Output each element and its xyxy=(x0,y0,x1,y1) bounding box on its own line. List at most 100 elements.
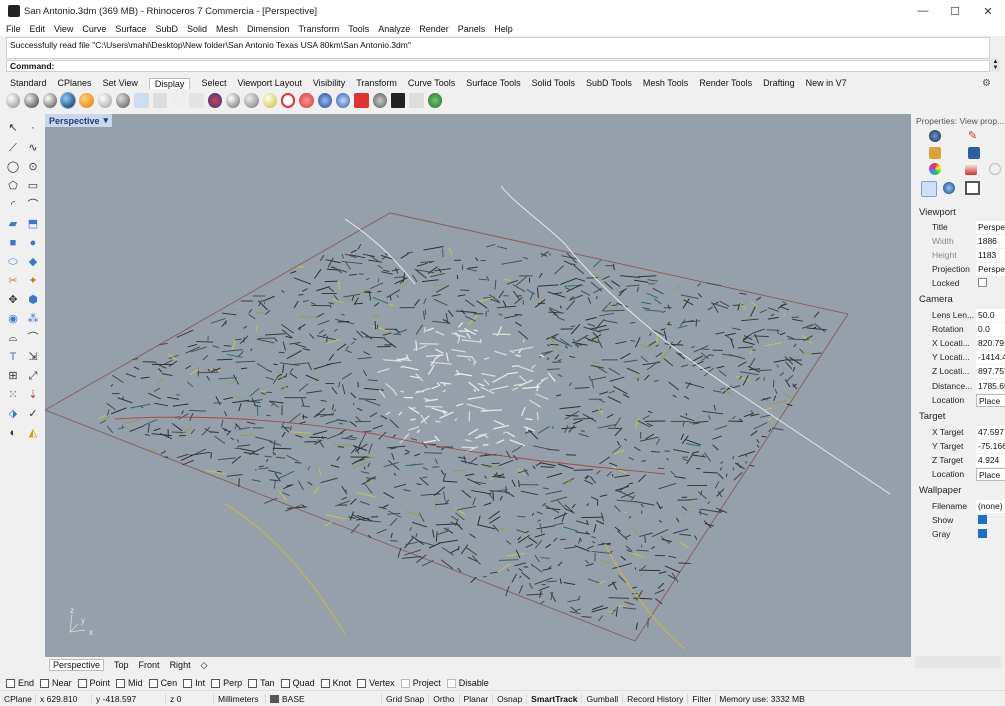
tab-surface-tools[interactable]: Surface Tools xyxy=(466,78,520,88)
folder-icon[interactable] xyxy=(929,147,941,159)
pen-icon[interactable] xyxy=(134,92,149,108)
materials-icon[interactable] xyxy=(317,92,333,108)
width-field[interactable]: 1886 xyxy=(976,235,1005,248)
target-place-button[interactable]: Place xyxy=(976,468,1005,481)
libraries-icon[interactable] xyxy=(965,163,977,175)
tab-top[interactable]: Top xyxy=(114,660,129,670)
osnap-point[interactable]: Point xyxy=(77,678,110,688)
menu-dimension[interactable]: Dimension xyxy=(247,24,290,34)
status-grid-snap[interactable]: Grid Snap xyxy=(382,693,430,704)
array-icon[interactable]: ⊞ xyxy=(6,369,20,383)
z-target-field[interactable]: 4.924 xyxy=(976,454,1005,467)
checkbox[interactable] xyxy=(116,678,126,688)
xray-icon[interactable] xyxy=(79,92,94,108)
materials-icon[interactable] xyxy=(929,163,941,175)
osnap-mid[interactable]: Mid xyxy=(116,678,143,688)
checkbox[interactable] xyxy=(357,678,367,688)
menu-curve[interactable]: Curve xyxy=(82,24,106,34)
tab-standard[interactable]: Standard xyxy=(10,78,47,88)
tab-subd-tools[interactable]: SubD Tools xyxy=(586,78,632,88)
status-smarttrack[interactable]: SmartTrack xyxy=(527,693,583,704)
properties-horizontal-scrollbar[interactable] xyxy=(915,656,1001,668)
maximize-button[interactable]: ☐ xyxy=(938,0,972,22)
box-solid-icon[interactable]: ■ xyxy=(6,236,20,250)
viewport-title-tab[interactable]: Perspective ▾ xyxy=(45,114,113,127)
fillet-icon[interactable]: ⌒ xyxy=(26,198,40,212)
mesh-icon[interactable]: ◆ xyxy=(26,255,40,269)
menu-surface[interactable]: Surface xyxy=(115,24,146,34)
isocurves-icon[interactable] xyxy=(244,92,259,108)
osnap-cen[interactable]: Cen xyxy=(148,678,177,688)
checkbox[interactable] xyxy=(40,678,50,688)
menu-transform[interactable]: Transform xyxy=(299,24,340,34)
screen-capture-icon[interactable] xyxy=(391,92,406,108)
grid-array-icon[interactable]: ⁙ xyxy=(6,388,20,402)
analyze-icon[interactable]: ⬗ xyxy=(6,407,20,421)
point-icon[interactable]: · xyxy=(26,121,40,135)
wallpaper-filename-field[interactable]: (none) xyxy=(976,500,1005,513)
y-location-field[interactable]: -1414.4 xyxy=(976,351,1005,364)
ghosted-icon[interactable] xyxy=(59,91,77,109)
checkbox[interactable] xyxy=(77,678,87,688)
select-arrow-icon[interactable]: ↖ xyxy=(6,121,20,135)
perspective-viewport[interactable]: z y x xyxy=(45,114,911,657)
tab-curve-tools[interactable]: Curve Tools xyxy=(408,78,455,88)
height-field[interactable]: 1183 xyxy=(976,249,1005,262)
technical-icon[interactable] xyxy=(97,92,112,108)
menu-help[interactable]: Help xyxy=(494,24,513,34)
rotation-field[interactable]: 0.0 xyxy=(976,323,1005,336)
display-mode-icon[interactable] xyxy=(965,181,980,195)
lights-icon[interactable] xyxy=(262,92,277,108)
named-views-icon[interactable] xyxy=(943,182,955,194)
join-icon[interactable]: ⬢ xyxy=(26,293,40,307)
tab-select[interactable]: Select xyxy=(201,78,226,88)
tab-viewport-layout[interactable]: Viewport Layout xyxy=(237,78,301,88)
tab-cplanes[interactable]: CPlanes xyxy=(58,78,92,88)
checkbox[interactable] xyxy=(280,678,290,688)
minimize-button[interactable]: — xyxy=(906,0,940,22)
arctic-icon[interactable] xyxy=(152,92,167,108)
wireframe-icon[interactable] xyxy=(6,92,21,108)
checkbox[interactable] xyxy=(183,678,193,688)
render-mesh-icon[interactable] xyxy=(427,92,443,108)
checkbox[interactable] xyxy=(211,678,221,688)
turntable-icon[interactable] xyxy=(299,92,314,108)
menu-subd[interactable]: SubD xyxy=(155,24,178,34)
tab-visibility[interactable]: Visibility xyxy=(313,78,345,88)
shaded-icon[interactable] xyxy=(24,92,39,108)
polygon-icon[interactable]: ⬠ xyxy=(6,179,20,193)
offset-icon[interactable]: ⌓ xyxy=(6,331,20,345)
ellipse-icon[interactable]: ⊙ xyxy=(26,160,40,174)
projection-dropdown[interactable]: Perspective xyxy=(976,263,1005,276)
tab-front[interactable]: Front xyxy=(139,660,160,670)
polyline-icon[interactable]: ⟋ xyxy=(6,141,20,155)
osnap-project[interactable]: Project xyxy=(400,678,441,688)
display-options-icon[interactable] xyxy=(207,92,222,108)
menu-view[interactable]: View xyxy=(54,24,73,34)
locked-checkbox[interactable] xyxy=(978,278,987,287)
status-record-history[interactable]: Record History xyxy=(623,693,689,704)
curve-icon[interactable]: ∿ xyxy=(26,141,40,155)
tab-transform[interactable]: Transform xyxy=(356,78,397,88)
status-cplane[interactable]: CPlane xyxy=(0,693,36,704)
text-icon[interactable]: T xyxy=(6,350,20,364)
show-edges-icon[interactable] xyxy=(225,92,241,108)
distance-field[interactable]: 1785.65 xyxy=(976,380,1005,393)
viewport-properties-camera-icon[interactable] xyxy=(921,181,937,197)
checkbox[interactable] xyxy=(248,678,258,688)
menu-mesh[interactable]: Mesh xyxy=(216,24,238,34)
raytraced-icon[interactable] xyxy=(170,92,186,108)
gray-checkbox[interactable] xyxy=(978,529,987,538)
x-location-field[interactable]: 820.791 xyxy=(976,337,1005,350)
checkbox[interactable] xyxy=(148,678,158,688)
monochrome-icon[interactable] xyxy=(189,92,204,108)
osnap-int[interactable]: Int xyxy=(183,678,205,688)
status-units[interactable]: Millimeters xyxy=(214,693,266,704)
tab-new-in-v7[interactable]: New in V7 xyxy=(806,78,847,88)
dimension-icon[interactable]: ⇲ xyxy=(26,350,40,364)
checkbox[interactable] xyxy=(400,678,410,688)
shadows-icon[interactable] xyxy=(409,92,424,108)
cylinder-icon[interactable]: ⬭ xyxy=(6,255,20,269)
menu-edit[interactable]: Edit xyxy=(30,24,46,34)
draft-angle-icon[interactable] xyxy=(372,92,388,108)
